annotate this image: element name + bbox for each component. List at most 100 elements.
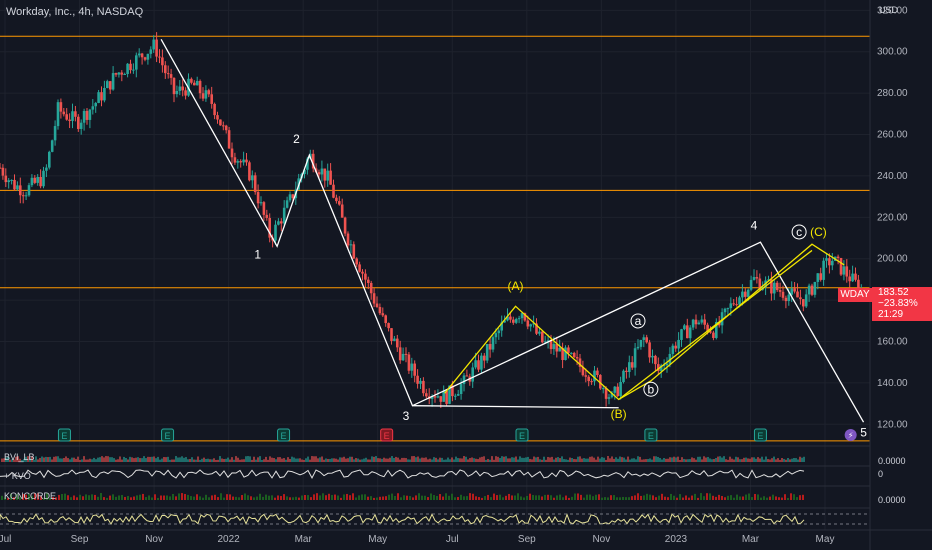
candle-body [596, 370, 599, 376]
indicator-value-koncorde: 0.0000 [878, 495, 906, 505]
earnings-icon: E [61, 431, 67, 441]
y-tick-label: 240.00 [877, 171, 908, 182]
indicator-label-kvo[interactable]: + KVO [4, 471, 31, 481]
candle-body [204, 90, 208, 99]
candle-body [680, 329, 683, 340]
candle-body [129, 63, 132, 71]
earnings-icon: E [165, 431, 171, 441]
candle-body [674, 345, 677, 349]
candle-body [245, 159, 248, 163]
candle-body [213, 103, 216, 116]
candle-body [103, 88, 106, 101]
candle-body [10, 179, 13, 181]
candle-body [256, 192, 260, 204]
x-tick-label: Mar [295, 534, 313, 545]
wave-label: (C) [810, 225, 827, 239]
candle-body [210, 94, 213, 104]
candle-body [114, 73, 118, 75]
candle-body [62, 111, 66, 115]
candle-body [572, 352, 576, 358]
earnings-icon: E [519, 431, 525, 441]
candle-body [30, 177, 34, 186]
y-tick-label: 200.00 [877, 254, 908, 265]
candle-body [33, 177, 37, 183]
candle-body [407, 354, 411, 371]
candle-body [155, 39, 158, 57]
candle-body [7, 180, 10, 183]
candle-body [381, 313, 385, 316]
candle-body [91, 106, 95, 110]
candle-body [691, 319, 695, 328]
candle-body [677, 339, 680, 349]
candle-body [439, 396, 443, 402]
candle-body [384, 315, 387, 324]
candle-body [512, 319, 515, 323]
wave-label: 1 [254, 248, 261, 262]
candle-body [781, 291, 785, 298]
candle-body [462, 375, 466, 385]
indicator-label-bvi[interactable]: BVI_LB [4, 452, 35, 462]
candle-body [828, 258, 831, 266]
candle-body [242, 159, 245, 163]
currency-label: USD [879, 5, 899, 15]
candle-body [369, 282, 373, 294]
candle-body [613, 386, 617, 393]
candle-body [126, 63, 129, 75]
candle-body [587, 376, 590, 382]
candle-body [68, 119, 71, 121]
indicator-label-koncorde[interactable]: KONCORDE [4, 491, 56, 501]
candle-body [416, 375, 419, 384]
candle-body [111, 73, 115, 90]
candle-body [338, 201, 341, 205]
y-tick-label: 160.00 [877, 337, 908, 348]
candle-body [619, 382, 622, 397]
candle-body [280, 221, 283, 224]
candle-body [169, 74, 173, 78]
candle-body [1, 167, 5, 176]
candle-body [645, 337, 648, 343]
candle-body [732, 303, 735, 305]
chart-title: Workday, Inc., 4h, NASDAQ [6, 6, 144, 18]
candle-body [82, 110, 86, 123]
candle-body [166, 73, 170, 75]
candle-body [564, 347, 567, 361]
candle-body [335, 197, 338, 202]
candle-body [74, 111, 77, 117]
candle-body [45, 167, 48, 171]
candle-body [230, 148, 234, 158]
candle-body [686, 325, 689, 339]
y-tick-label: 120.00 [877, 419, 908, 430]
candle-body [509, 316, 512, 320]
candle-body [723, 308, 727, 313]
candle-body [123, 74, 126, 76]
earnings-icon: E [281, 431, 287, 441]
candle-body [195, 80, 199, 86]
candle-body [625, 370, 628, 372]
candle-body [100, 92, 103, 101]
candle-body [474, 360, 477, 368]
x-tick-label: Mar [742, 534, 760, 545]
candle-body [654, 355, 657, 365]
candle-body [65, 114, 68, 120]
x-tick-label: May [816, 534, 835, 545]
candle-body [810, 285, 814, 295]
candle-body [224, 125, 228, 131]
candle-body [227, 130, 231, 149]
candle-body [375, 303, 379, 307]
candle-body [36, 176, 39, 183]
candle-body [39, 176, 42, 187]
candle-body [485, 343, 489, 361]
candle-body [277, 221, 280, 225]
candle-body [497, 330, 501, 334]
candle-body [56, 102, 60, 127]
price-chart[interactable]: 1 2 3 4 5 (A) (B) (C) a b c E E E E E E E ⚡ 120.00 140.00 1… [0, 0, 932, 550]
candle-body [665, 363, 669, 366]
candle-body [13, 179, 16, 190]
candle-body [778, 290, 782, 292]
candle-body [465, 375, 469, 377]
candle-body [0, 167, 2, 169]
candle-body [390, 328, 393, 341]
candle-body [836, 256, 840, 259]
wave-label: (B) [611, 407, 627, 421]
candle-body [158, 56, 161, 58]
